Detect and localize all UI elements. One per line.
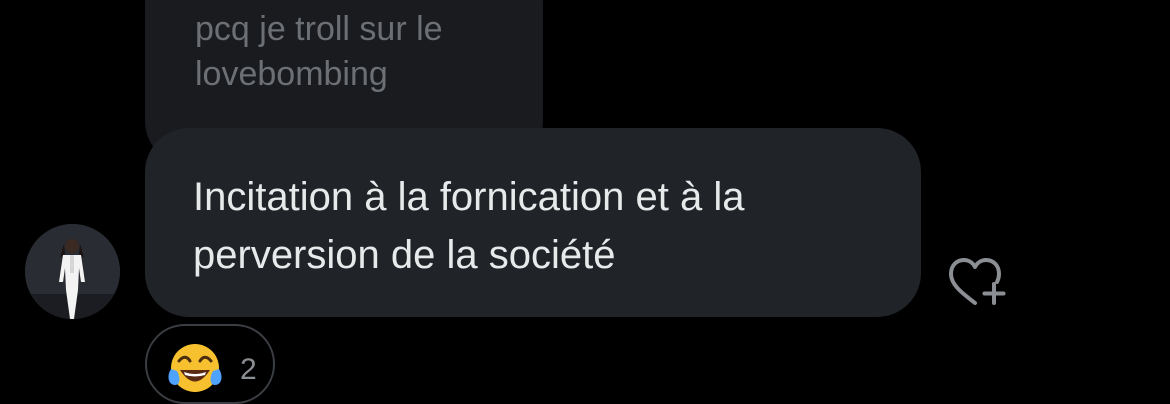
avatar-photo (25, 224, 120, 319)
reaction-pill[interactable]: 2 (145, 324, 275, 404)
reaction-count: 2 (240, 353, 257, 386)
heart-plus-icon (949, 258, 1006, 305)
message-bubble[interactable]: Incitation à la fornication et à la perv… (145, 128, 921, 317)
message-text: Incitation à la fornication et à la perv… (193, 175, 745, 277)
add-reaction-button[interactable] (945, 255, 1015, 310)
sender-avatar[interactable] (25, 224, 120, 319)
previous-message-text: pcq je troll sur le lovebombing (195, 10, 443, 93)
